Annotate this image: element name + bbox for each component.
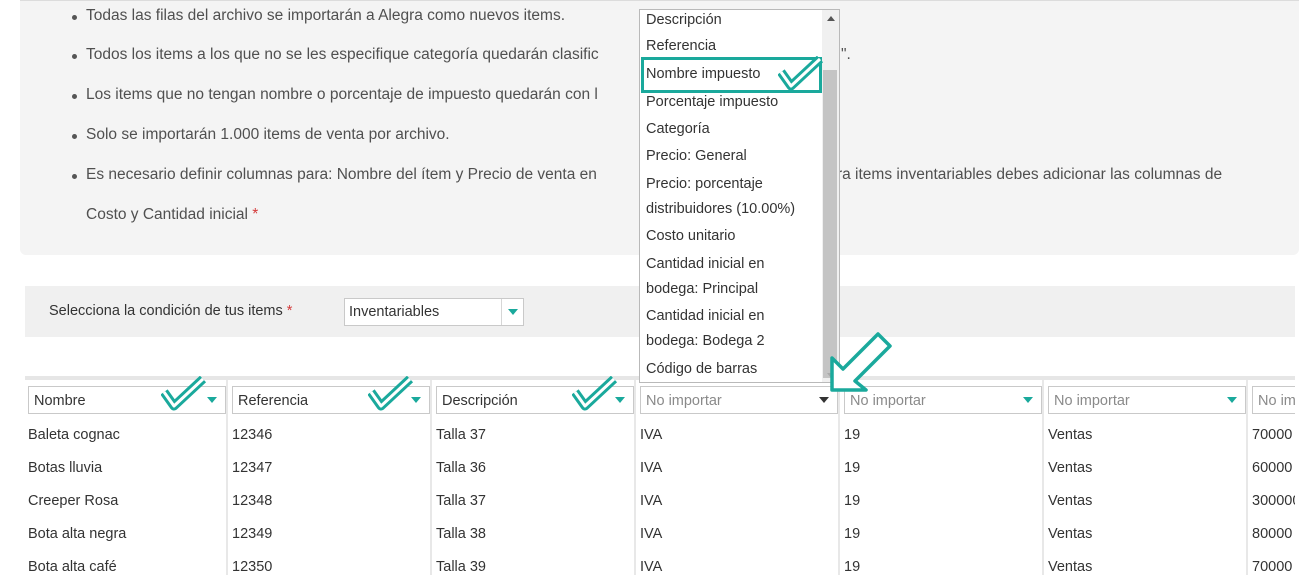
table-cell: 19 <box>844 493 861 509</box>
table-cell: Ventas <box>1048 526 1093 542</box>
check-annotation-icon <box>778 56 824 91</box>
check-annotation-icon <box>368 376 414 411</box>
table-cell: Talla 38 <box>436 526 486 542</box>
table-cell: IVA <box>640 493 663 509</box>
table-cell: IVA <box>640 559 663 575</box>
column-mapping-select[interactable]: No im <box>1252 386 1295 414</box>
table-cell: 19 <box>844 427 861 443</box>
dropdown-option[interactable]: Descripción <box>646 10 722 34</box>
table-cell: 12348 <box>232 493 273 509</box>
table-cell: 12347 <box>232 460 273 476</box>
table-cell: 19 <box>844 526 861 542</box>
chevron-down-icon[interactable] <box>1221 387 1245 413</box>
column-mapping-select[interactable]: No importar <box>1048 386 1246 414</box>
dropdown-option[interactable]: Categoría <box>646 117 710 143</box>
chevron-down-icon[interactable] <box>501 299 523 325</box>
dropdown-option[interactable]: bodega: Bodega 2 <box>646 329 765 355</box>
table-cell: Ventas <box>1048 427 1093 443</box>
dropdown-option[interactable]: Porcentaje impuesto <box>646 90 778 116</box>
dropdown-option[interactable]: Cantidad inicial en <box>646 304 765 330</box>
table-cell: Talla 36 <box>436 460 486 476</box>
table-cell: IVA <box>640 526 663 542</box>
dropdown-option[interactable]: Código de barras <box>646 357 757 382</box>
table-cell: 60000 <box>1252 460 1293 476</box>
table-cell: Ventas <box>1048 559 1093 575</box>
table-cell: IVA <box>640 427 663 443</box>
required-mark: * <box>252 206 259 223</box>
table-cell: 12350 <box>232 559 273 575</box>
info-bullet: Es necesario definir columnas para: Nomb… <box>72 166 1223 183</box>
table-cell: Talla 37 <box>436 493 486 509</box>
table-cell: 12349 <box>232 526 273 542</box>
condition-select[interactable]: Inventariables <box>344 298 524 326</box>
dropdown-option[interactable]: bodega: Principal <box>646 277 758 303</box>
chevron-down-icon[interactable] <box>1017 387 1041 413</box>
table-cell: Botas lluvia <box>28 460 103 476</box>
dropdown-option[interactable]: Cantidad inicial en <box>646 252 765 278</box>
mapping-grid: Nombre Referencia Descripción No importa… <box>25 376 1295 575</box>
table-cell: 12346 <box>232 427 273 443</box>
arrow-annotation-icon <box>830 332 892 392</box>
condition-label: Selecciona la condición de tus items * <box>49 303 293 319</box>
table-cell: Creeper Rosa <box>28 493 119 509</box>
check-annotation-icon <box>572 376 618 411</box>
column-divider <box>1042 380 1044 575</box>
dropdown-option[interactable]: Precio: General <box>646 144 747 170</box>
info-bullet: Todas las filas del archivo se importará… <box>71 7 566 24</box>
table-cell: Baleta cognac <box>28 427 120 443</box>
info-bullet: Todos los items a los que no se les espe… <box>72 46 851 63</box>
check-annotation-icon <box>161 376 207 411</box>
table-cell: 70000 <box>1252 559 1293 575</box>
table-cell: 19 <box>844 559 861 575</box>
column-divider <box>838 380 840 575</box>
table-cell: 300000 <box>1252 493 1295 509</box>
dropdown-option[interactable]: distribuidores (10.00%) <box>646 197 795 223</box>
table-cell: 19 <box>844 460 861 476</box>
dropdown-option[interactable]: Costo unitario <box>646 224 735 250</box>
column-divider <box>430 380 432 575</box>
table-cell: Ventas <box>1048 460 1093 476</box>
info-bullet: Los items que no tengan nombre o porcent… <box>72 86 598 103</box>
scroll-up-icon[interactable] <box>827 16 835 21</box>
column-mapping-select[interactable]: No importar <box>640 386 838 414</box>
table-cell: Talla 39 <box>436 559 486 575</box>
dropdown-option[interactable]: Precio: porcentaje <box>646 172 763 198</box>
table-cell: IVA <box>640 460 663 476</box>
condition-select-value: Inventariables <box>349 304 440 320</box>
dropdown-scrollbar[interactable] <box>822 10 839 382</box>
table-cell: Ventas <box>1048 493 1093 509</box>
column-divider <box>634 380 636 575</box>
table-cell: 80000 <box>1252 526 1293 542</box>
table-cell: 70000 <box>1252 427 1293 443</box>
info-bullet-continuation: Costo y Cantidad inicial * <box>86 206 259 223</box>
table-cell: Talla 37 <box>436 427 486 443</box>
column-divider <box>1246 380 1248 575</box>
table-cell: Bota alta negra <box>28 526 127 542</box>
info-bullet: Solo se importarán 1.000 items de venta … <box>72 126 450 143</box>
column-divider <box>226 380 228 575</box>
table-cell: Bota alta café <box>28 559 117 575</box>
dropdown-option[interactable]: Referencia <box>646 34 716 60</box>
